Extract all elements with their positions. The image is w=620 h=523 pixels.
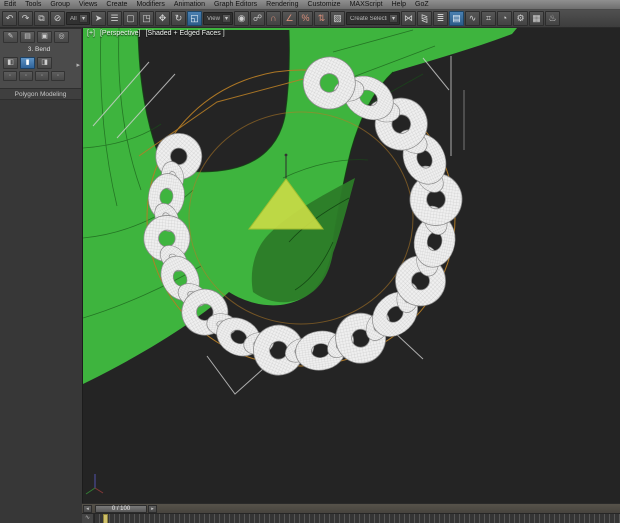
named-selection-sets-dropdown[interactable]: Create Selection Se ▾ bbox=[346, 12, 400, 25]
align-icon[interactable]: ⧎ bbox=[417, 11, 432, 26]
graphite-ribbon-toggle-icon[interactable]: ▤ bbox=[449, 11, 464, 26]
border-subobject-icon[interactable]: ▫ bbox=[35, 71, 49, 81]
chevron-down-icon: ▾ bbox=[222, 14, 231, 23]
spinner-snap-icon[interactable]: ⇅ bbox=[314, 11, 329, 26]
menu-item[interactable]: MAXScript bbox=[350, 0, 383, 9]
menu-bar: Edit Tools Group Views Create Modifiers Animat… bbox=[0, 0, 620, 10]
mirror-icon[interactable]: ⋈ bbox=[401, 11, 416, 26]
next-modifier-icon[interactable]: ◨ bbox=[37, 57, 52, 69]
select-and-move-icon[interactable]: ✥ bbox=[155, 11, 170, 26]
left-empty-area bbox=[0, 100, 82, 523]
reference-coordinate-dropdown[interactable]: View ▾ bbox=[203, 12, 233, 25]
previous-modifier-icon[interactable]: ◧ bbox=[3, 57, 18, 69]
snaps-toggle-icon[interactable]: ∩ bbox=[266, 11, 281, 26]
window-crossing-icon[interactable]: ◳ bbox=[139, 11, 154, 26]
select-object-icon[interactable]: ➤ bbox=[91, 11, 106, 26]
left-panel-column: ✎▤▣◎ 3. Bend ◧▮◨ ▫▫▫▫ Polygon Modeling ▸ bbox=[0, 28, 82, 523]
viewport-label: [+] [Perspective] [Shaded + Edged Faces … bbox=[87, 30, 225, 37]
menu-item[interactable]: Create bbox=[106, 0, 127, 9]
show-end-result-icon[interactable]: ◎ bbox=[54, 31, 69, 43]
3ds-max-window: Edit Tools Group Views Create Modifiers Animat… bbox=[0, 0, 620, 523]
material-editor-icon[interactable]: ◔ bbox=[497, 11, 512, 26]
modifier-stack-icon[interactable]: ▤ bbox=[20, 31, 35, 43]
panel-title[interactable]: Polygon Modeling bbox=[0, 88, 81, 99]
select-by-name-icon[interactable]: ☰ bbox=[107, 11, 122, 26]
modifier-stack-entry[interactable]: 3. Bend bbox=[3, 45, 75, 55]
select-and-scale-icon[interactable]: ◱ bbox=[187, 11, 202, 26]
menu-item[interactable]: Help bbox=[392, 0, 406, 9]
curve-editor-icon[interactable]: ∿ bbox=[465, 11, 480, 26]
viewport-general-menu[interactable]: [+] bbox=[87, 30, 95, 37]
redo-icon[interactable]: ↷ bbox=[18, 11, 33, 26]
menu-item[interactable]: Rendering bbox=[266, 0, 298, 9]
rectangular-selection-region-icon[interactable]: ▢ bbox=[123, 11, 138, 26]
panel-expand-arrow-icon[interactable]: ▸ bbox=[76, 61, 80, 69]
selection-set-value: Create Selection Se bbox=[350, 16, 387, 22]
menu-item[interactable]: GoZ bbox=[415, 0, 429, 9]
select-and-link-icon[interactable]: ⧉ bbox=[34, 11, 49, 26]
track-bar-ticks[interactable] bbox=[94, 514, 620, 523]
current-frame-marker[interactable] bbox=[103, 514, 108, 523]
select-and-manipulate-icon[interactable]: ☍ bbox=[250, 11, 265, 26]
viewport-canvas[interactable] bbox=[83, 28, 620, 503]
polygon-modeling-panel: ✎▤▣◎ 3. Bend ◧▮◨ ▫▫▫▫ Polygon Modeling ▸ bbox=[0, 28, 82, 100]
viewport-shading-menu[interactable]: [Shaded + Edged Faces ] bbox=[145, 30, 224, 37]
schematic-view-icon[interactable]: ⌗ bbox=[481, 11, 496, 26]
menu-item[interactable]: Group bbox=[50, 0, 69, 9]
main-toolbar: ↶↷⧉⊘ All ▾ ➤☰▢◳✥↻◱ View ▾ ◉☍∩∠%⇅▧ Create… bbox=[0, 10, 620, 28]
menu-item[interactable]: Customize bbox=[307, 0, 340, 9]
unlink-selection-icon[interactable]: ⊘ bbox=[50, 11, 65, 26]
menu-item[interactable]: Tools bbox=[25, 0, 41, 9]
pin-stack-icon[interactable]: ▮ bbox=[20, 57, 35, 69]
chevron-down-icon: ▾ bbox=[79, 14, 88, 23]
selection-filter-value: All bbox=[70, 16, 77, 22]
menu-item[interactable]: Graph Editors bbox=[214, 0, 257, 9]
render-setup-icon[interactable]: ⚙ bbox=[513, 11, 528, 26]
menu-item[interactable]: Modifiers bbox=[136, 0, 164, 9]
time-slider-handle[interactable]: 0 / 100 bbox=[95, 505, 147, 513]
undo-icon[interactable]: ↶ bbox=[2, 11, 17, 26]
use-pivot-point-icon[interactable]: ◉ bbox=[234, 11, 249, 26]
menu-item[interactable]: Animation bbox=[174, 0, 205, 9]
rendered-frame-window-icon[interactable]: ▦ bbox=[529, 11, 544, 26]
vertex-subobject-icon[interactable]: ▫ bbox=[3, 71, 17, 81]
edit-named-selection-sets-icon[interactable]: ▧ bbox=[330, 11, 345, 26]
track-bar[interactable]: ∿ bbox=[82, 513, 620, 523]
selection-filter-dropdown[interactable]: All ▾ bbox=[66, 12, 90, 25]
polygon-subobject-icon[interactable]: ▫ bbox=[51, 71, 65, 81]
viewport-pov-menu[interactable]: [Perspective] bbox=[100, 30, 140, 37]
menu-item[interactable]: Views bbox=[79, 0, 98, 9]
previous-frame-button[interactable]: ◂ bbox=[83, 505, 92, 513]
chevron-down-icon: ▾ bbox=[389, 14, 398, 23]
select-and-rotate-icon[interactable]: ↻ bbox=[171, 11, 186, 26]
layer-manager-icon[interactable]: ≣ bbox=[433, 11, 448, 26]
angle-snap-icon[interactable]: ∠ bbox=[282, 11, 297, 26]
edit-poly-mode-icon[interactable]: ✎ bbox=[3, 31, 18, 43]
percent-snap-icon[interactable]: % bbox=[298, 11, 313, 26]
render-production-icon[interactable]: ♨ bbox=[545, 11, 560, 26]
edge-subobject-icon[interactable]: ▫ bbox=[19, 71, 33, 81]
freeze-stack-icon[interactable]: ▣ bbox=[37, 31, 52, 43]
mini-curve-editor-button[interactable]: ∿ bbox=[82, 514, 94, 523]
time-slider-bar: ◂ 0 / 100 ▸ bbox=[82, 503, 620, 513]
coord-system-value: View bbox=[207, 16, 220, 22]
menu-item[interactable]: Edit bbox=[4, 0, 16, 9]
perspective-viewport[interactable]: [+] [Perspective] [Shaded + Edged Faces … bbox=[82, 28, 620, 503]
next-frame-button[interactable]: ▸ bbox=[148, 505, 157, 513]
